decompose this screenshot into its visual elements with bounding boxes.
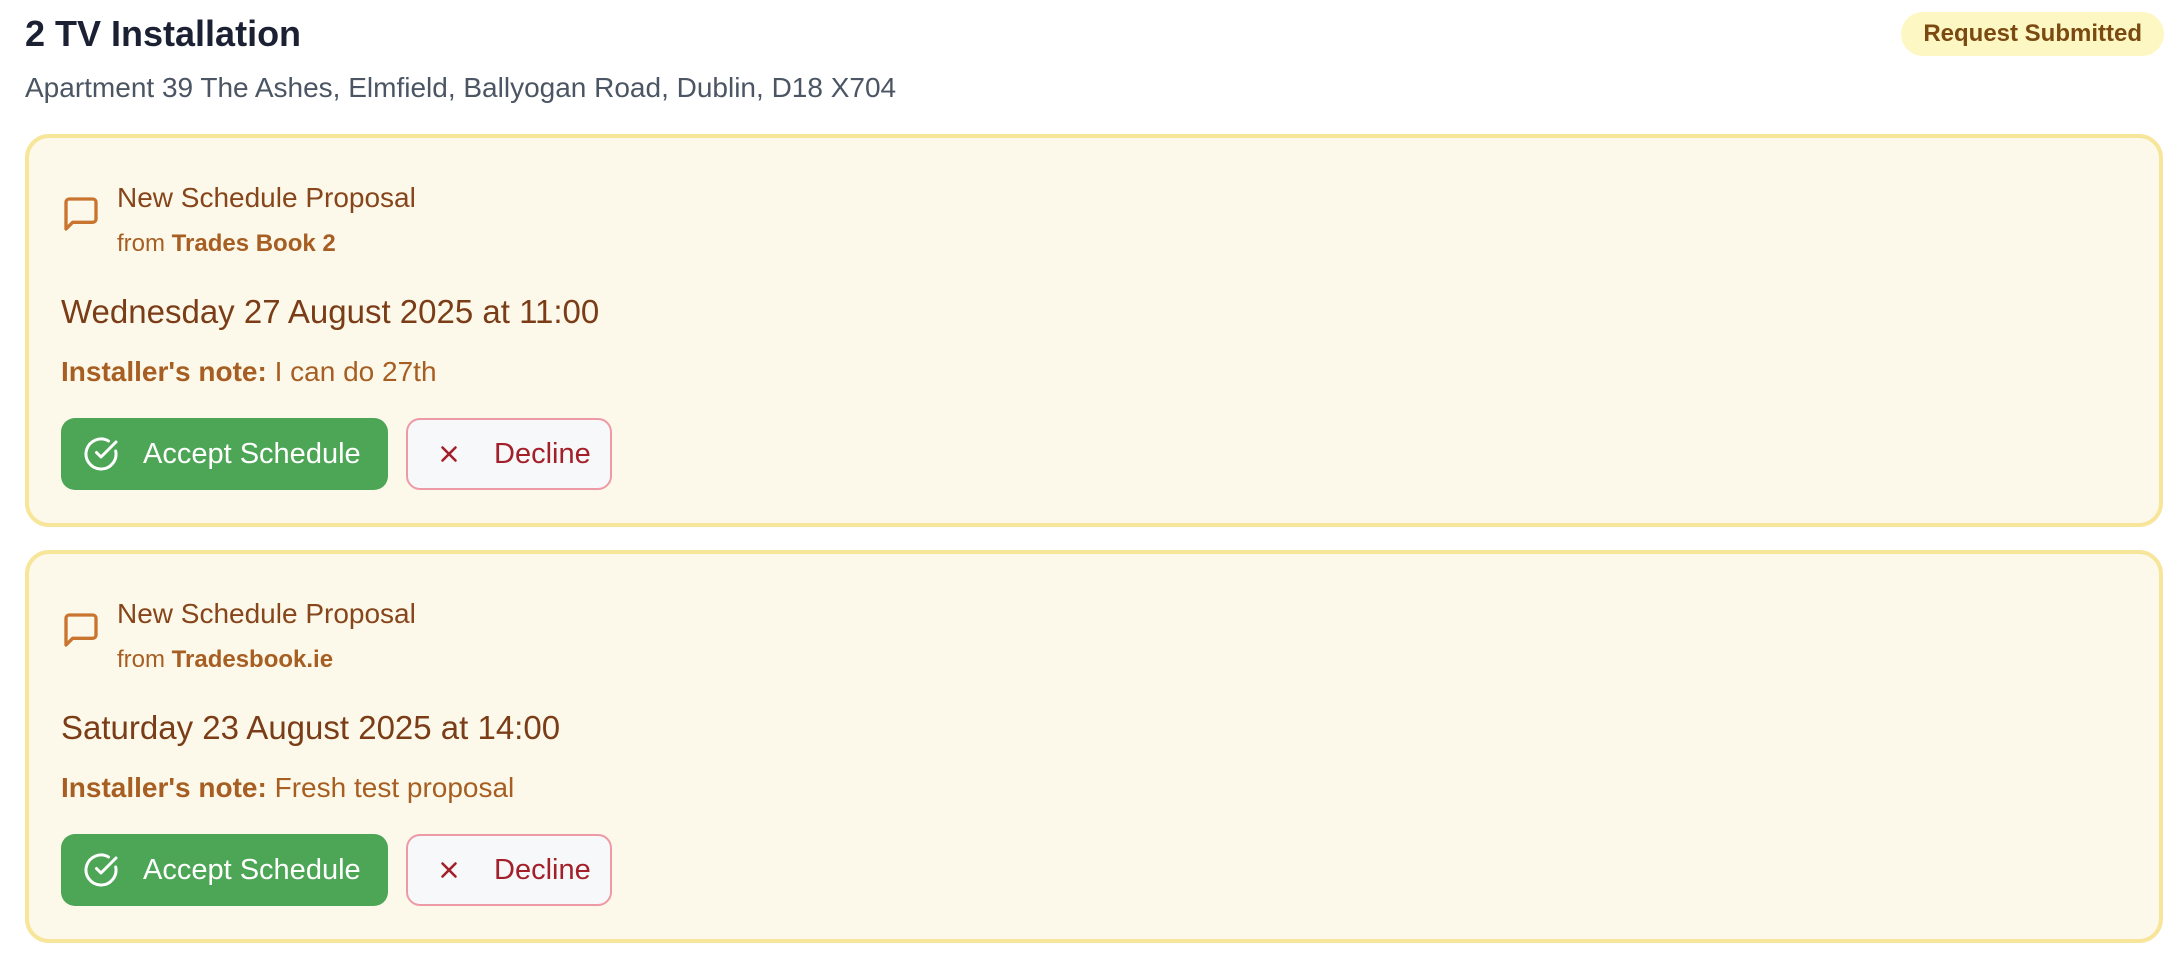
message-square-icon [61,194,101,234]
check-circle-icon [84,853,118,887]
installer-note-label: Installer's note: [61,356,275,387]
installer-name: Trades Book 2 [171,230,336,257]
installer-note-text: I can do 27th [274,356,437,387]
installer-note: Installer's note: Fresh test proposal [61,768,514,808]
decline-button[interactable]: Decline [406,834,612,906]
x-icon [441,446,457,462]
accept-schedule-label: Accept Schedule [143,437,361,470]
installer-name: Tradesbook.ie [171,646,334,673]
proposed-datetime: Wednesday 27 August 2025 at 11:00 [61,293,600,330]
installer-note-text: Fresh test proposal [274,772,515,803]
page: 2 TV Installation Apartment 39 The Ashes… [0,0,2180,954]
installer-note-label: Installer's note: [61,772,275,803]
accept-schedule-label: Accept Schedule [143,853,361,886]
job-address: Apartment 39 The Ashes, Elmfield, Ballyo… [25,72,897,103]
accept-schedule-button[interactable]: Accept Schedule [61,418,388,490]
proposed-datetime: Saturday 23 August 2025 at 14:00 [61,709,561,746]
schedule-proposal-card: New Schedule Proposal from Tradesbook.ie… [25,550,2163,943]
from-prefix: from [117,230,172,257]
installer-note: Installer's note: I can do 27th [61,352,437,392]
status-badge: Request Submitted [1901,12,2164,56]
proposal-heading: New Schedule Proposal [117,182,416,213]
decline-label: Decline [494,437,591,470]
decline-label: Decline [494,853,591,886]
message-square-icon [61,610,101,650]
proposal-from: from Tradesbook.ie [117,644,333,676]
schedule-proposal-card: New Schedule Proposal from Trades Book 2… [25,134,2163,527]
x-icon [441,862,457,878]
accept-schedule-button[interactable]: Accept Schedule [61,834,388,906]
from-prefix: from [117,646,172,673]
check-circle-icon [84,437,118,471]
decline-button[interactable]: Decline [406,418,612,490]
proposal-from: from Trades Book 2 [117,228,336,260]
job-header: 2 TV Installation Apartment 39 The Ashes… [25,10,2164,103]
job-title: 2 TV Installation [25,13,302,54]
proposal-heading: New Schedule Proposal [117,598,416,629]
